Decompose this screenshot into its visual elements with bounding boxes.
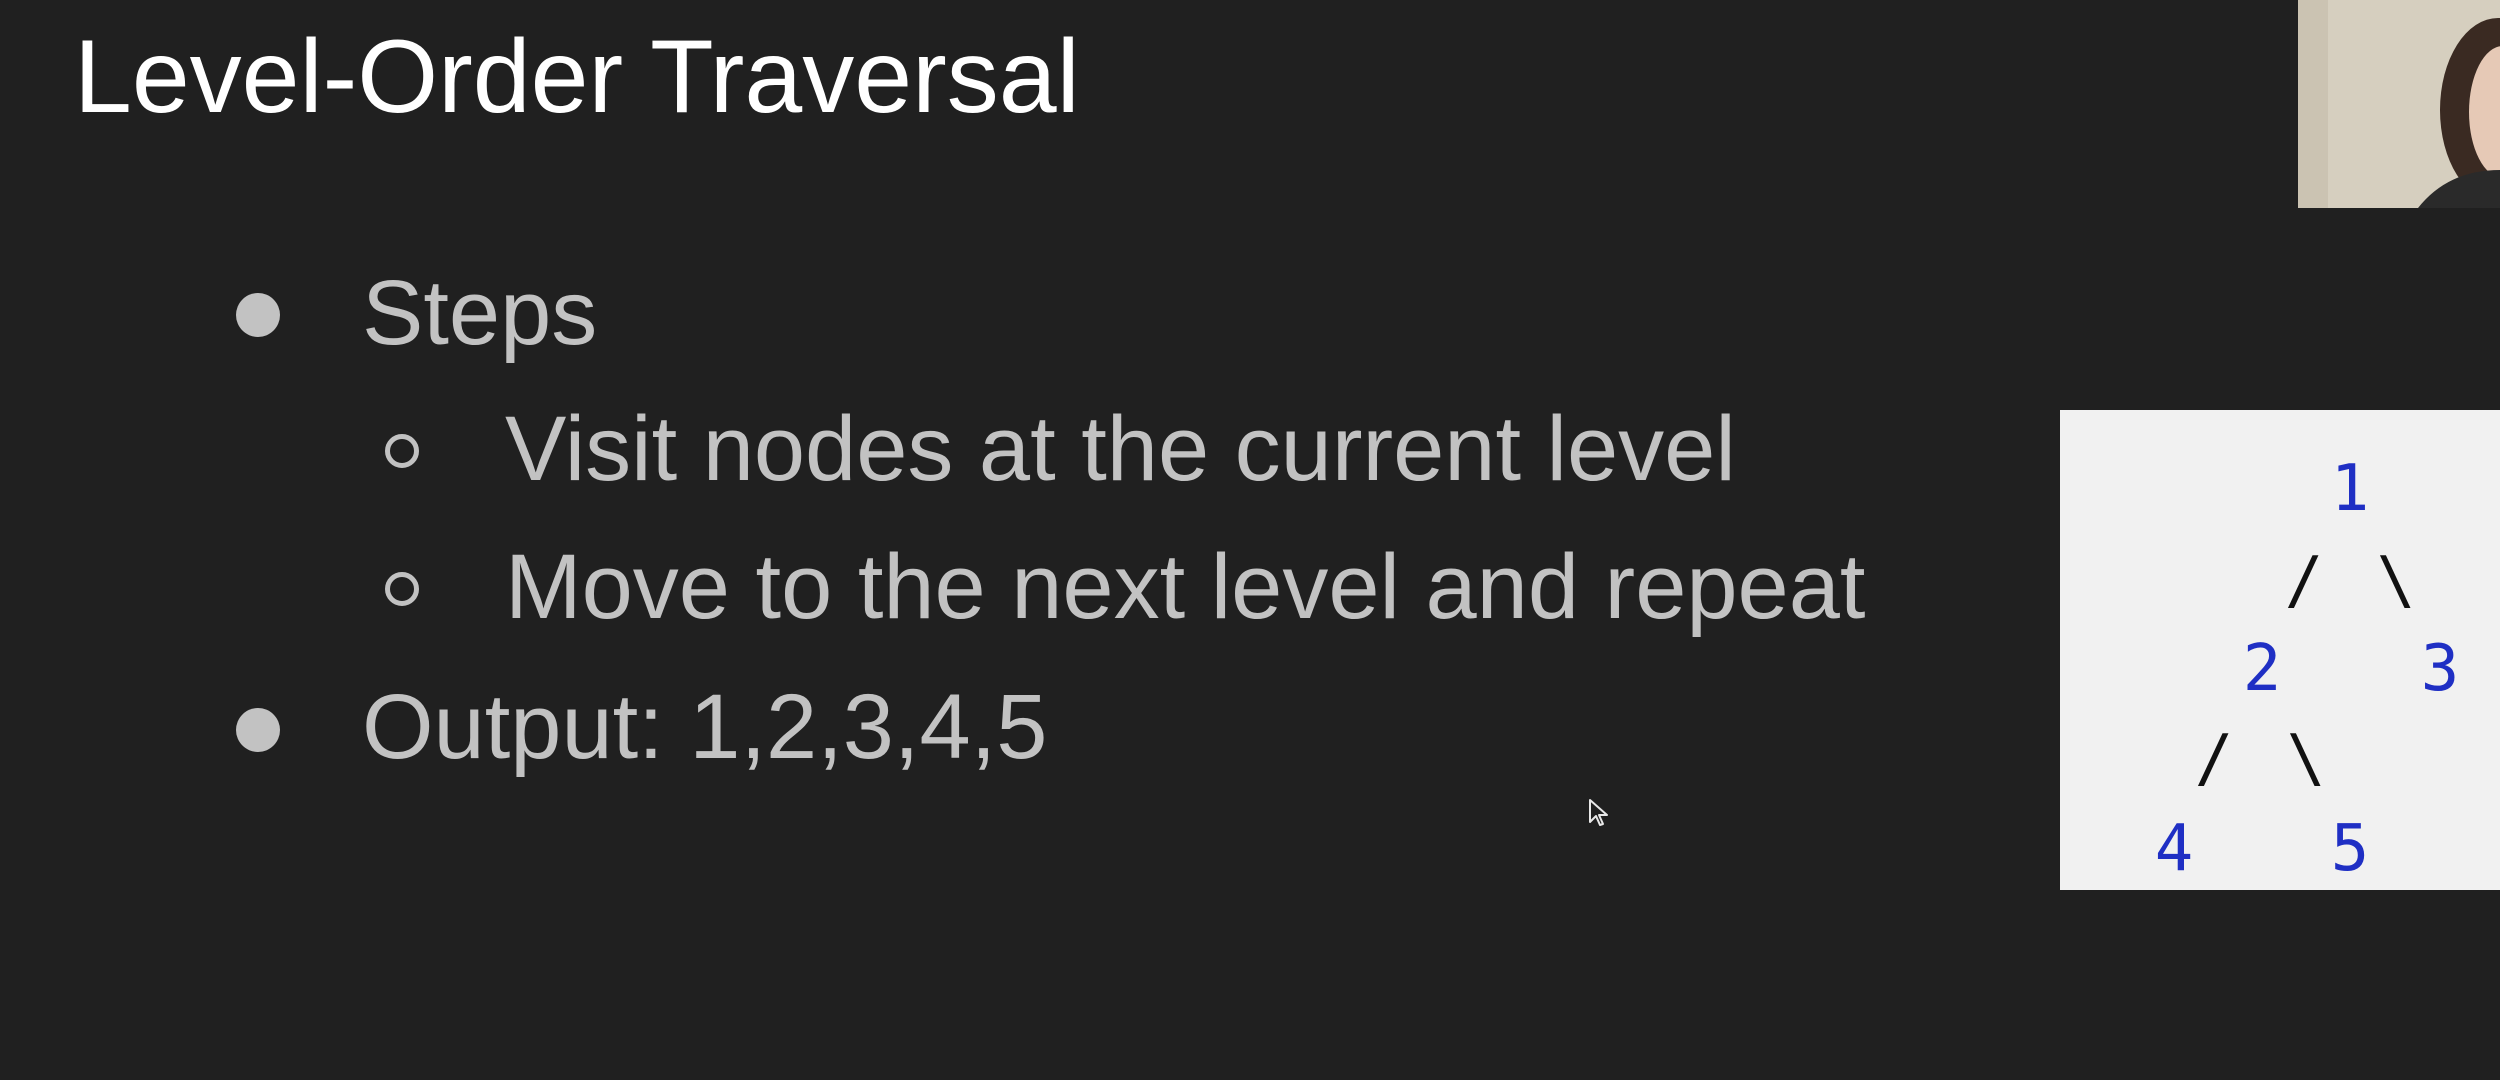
tree-diagram-canvas: 1 / \ 2 3 / \ 4 5 [2155, 452, 2460, 886]
tree-diagram: 1 / \ 2 3 / \ 4 5 [2060, 410, 2500, 890]
bullet-dot-icon [236, 708, 280, 752]
tree-edge-right: \ [2287, 722, 2326, 796]
tree-edge-left: / [2285, 544, 2324, 618]
tree-node-4: 4 [2155, 812, 2194, 886]
bullet-steps: Steps [362, 262, 598, 364]
bullet-dot-icon [236, 293, 280, 337]
tree-node-5: 5 [2331, 812, 2370, 886]
tree-edge-right: \ [2377, 544, 2416, 618]
presenter-silhouette-icon [2298, 0, 2500, 208]
tree-node-1: 1 [2331, 452, 2370, 526]
tree-edge-left: / [2195, 722, 2234, 796]
tree-node-2: 2 [2243, 632, 2282, 706]
mouse-pointer-icon [1589, 799, 1608, 826]
sub-bullet-ring-icon [385, 434, 419, 468]
slide: Level-Order Traversal Steps Visit nodes … [0, 0, 2500, 1080]
sub-bullet-visit-nodes: Visit nodes at the current level [505, 398, 1736, 500]
presenter-webcam [2298, 0, 2500, 208]
sub-bullet-ring-icon [385, 572, 419, 606]
slide-title: Level-Order Traversal [74, 19, 1080, 135]
tree-node-3: 3 [2421, 632, 2460, 706]
sub-bullet-move-next-level: Move to the next level and repeat [505, 536, 1866, 638]
bullet-output: Output: 1,2,3,4,5 [362, 676, 1048, 778]
